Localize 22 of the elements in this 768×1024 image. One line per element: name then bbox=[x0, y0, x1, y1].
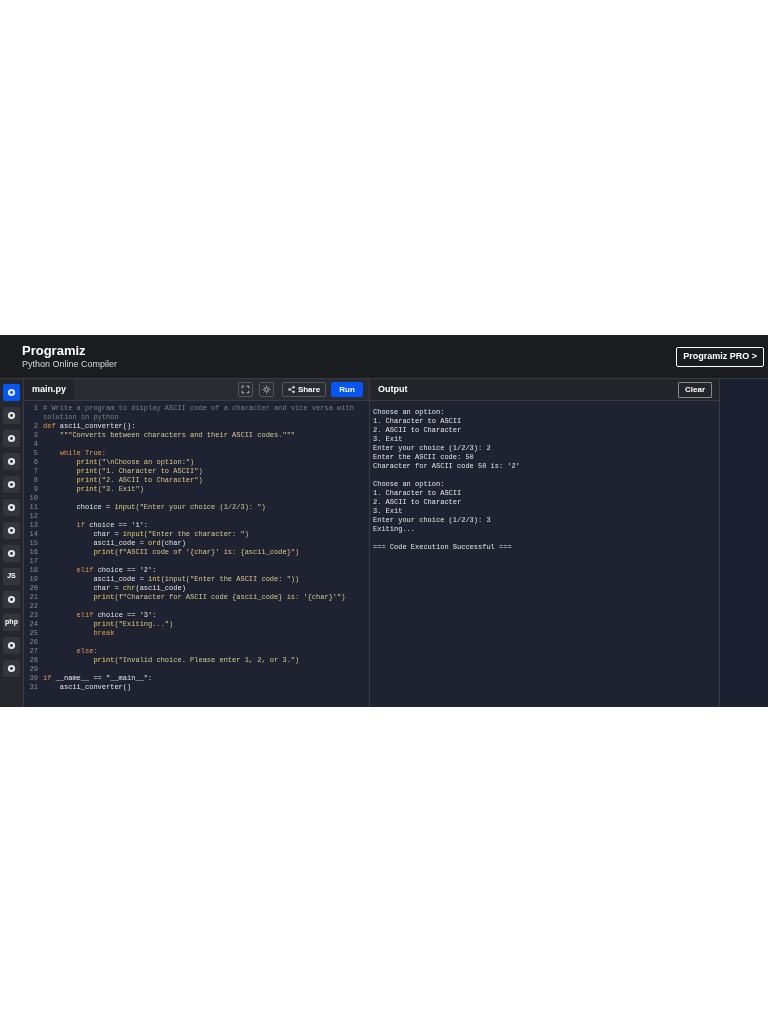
language-icon[interactable] bbox=[3, 407, 20, 424]
language-icon[interactable] bbox=[3, 499, 20, 516]
run-button[interactable]: Run bbox=[331, 382, 363, 397]
language-icon[interactable] bbox=[3, 591, 20, 608]
fullscreen-icon[interactable] bbox=[238, 382, 253, 397]
subtitle: Python Online Compiler bbox=[22, 358, 118, 370]
file-tab[interactable]: main.py bbox=[24, 379, 74, 400]
brightness-icon[interactable] bbox=[259, 382, 274, 397]
pro-button[interactable]: Programiz PRO > bbox=[676, 346, 764, 367]
output-title: Output bbox=[378, 382, 408, 396]
language-icon[interactable] bbox=[3, 637, 20, 654]
language-icon[interactable] bbox=[3, 660, 20, 677]
language-icon[interactable] bbox=[3, 384, 20, 401]
language-icon[interactable] bbox=[3, 430, 20, 447]
language-icon[interactable] bbox=[3, 522, 20, 539]
language-icon[interactable] bbox=[3, 545, 20, 562]
share-icon bbox=[287, 386, 295, 393]
clear-button[interactable]: Clear bbox=[678, 381, 712, 398]
logo[interactable]: Programiz bbox=[22, 343, 118, 358]
language-icon[interactable] bbox=[3, 453, 20, 470]
language-icon[interactable] bbox=[3, 476, 20, 493]
share-button[interactable]: Share bbox=[282, 382, 326, 397]
